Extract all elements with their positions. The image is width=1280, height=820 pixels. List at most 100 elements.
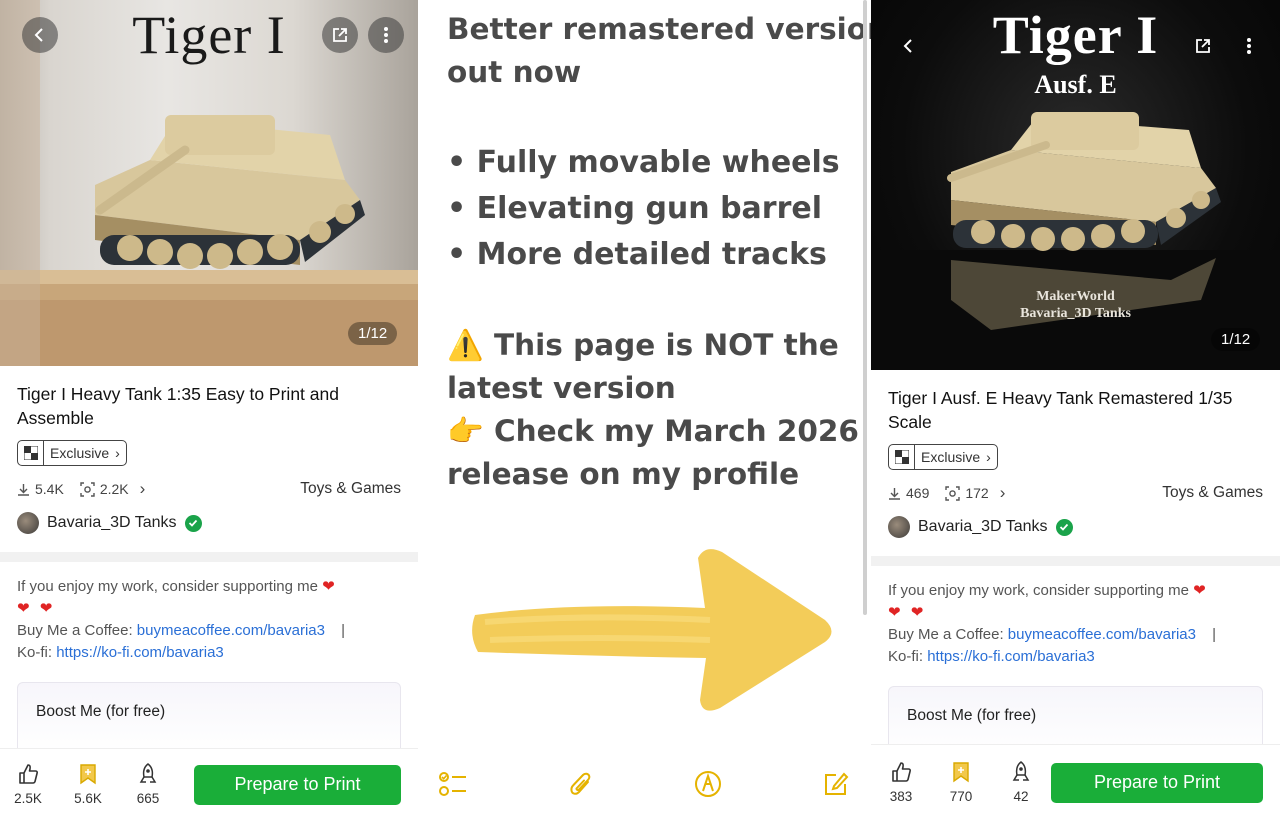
description: If you enjoy my work, consider supportin…: [17, 578, 346, 661]
checkered-icon: [889, 445, 915, 469]
product-hero-image[interactable]: Tiger I Ausf. E MakerWorld Bavaria_3D Ta…: [871, 0, 1280, 370]
compose-button[interactable]: [821, 769, 851, 799]
paperclip-icon: [570, 772, 591, 795]
coffee-link[interactable]: buymeacoffee.com/bavaria3: [137, 622, 325, 639]
right-product-panel: Tiger I Ausf. E MakerWorld Bavaria_3D Ta…: [871, 0, 1280, 820]
exclusive-badge[interactable]: Exclusive ›: [17, 440, 127, 466]
compose-icon: [824, 772, 849, 795]
download-icon: [889, 487, 900, 500]
pen-icon: [695, 771, 722, 797]
downloads-stat: 5.4K: [17, 481, 64, 497]
avatar: [888, 516, 910, 538]
chevron-right-icon: ›: [999, 483, 1006, 502]
product-title: Tiger I Heavy Tank 1:35 Easy to Print an…: [17, 384, 339, 428]
chevron-right-icon: ›: [139, 479, 146, 498]
share-button[interactable]: [322, 17, 358, 53]
more-button[interactable]: [368, 17, 404, 53]
note-line: out now: [447, 55, 582, 89]
like-button[interactable]: 383: [871, 761, 931, 804]
print-count-icon: [80, 481, 95, 497]
share-icon: [333, 28, 347, 42]
share-icon: [1196, 39, 1210, 53]
back-button[interactable]: [891, 28, 927, 64]
kofi-link[interactable]: https://ko-fi.com/bavaria3: [56, 644, 224, 661]
exclusive-badge[interactable]: Exclusive ›: [888, 444, 998, 470]
category-label[interactable]: Toys & Games: [1162, 484, 1263, 502]
back-button[interactable]: [22, 17, 58, 53]
boost-icon: [139, 763, 157, 783]
verified-icon: [1055, 518, 1073, 536]
stats-row: 5.4K 2.2K › Toys & Games: [17, 479, 401, 499]
collect-icon: [953, 762, 969, 783]
checkered-icon: [18, 441, 44, 465]
warning-line: latest version: [447, 371, 676, 405]
left-product-panel: Tiger I 1/12 Tiger I Heavy Tank 1:35 Eas…: [0, 0, 418, 820]
heart-icon: ❤: [17, 600, 30, 617]
back-icon: [34, 28, 43, 42]
section-divider: [0, 552, 418, 562]
more-icon: [1247, 38, 1251, 54]
prepare-to-print-button[interactable]: Prepare to Print: [1051, 762, 1263, 803]
author-name: Bavaria_3D Tanks: [47, 514, 177, 531]
download-icon: [18, 483, 29, 496]
prints-stat[interactable]: 2.2K ›: [80, 479, 145, 499]
image-counter: 1/12: [348, 322, 398, 345]
heart-icon: ❤: [39, 600, 53, 617]
product-hero-image[interactable]: Tiger I 1/12: [0, 0, 418, 366]
checklist-button[interactable]: [438, 769, 468, 799]
right-arrow-icon: [472, 549, 832, 711]
scrollbar[interactable]: [863, 0, 867, 615]
warning-icon: ⚠️: [447, 328, 484, 362]
pointer-line: 👉 Check my March 2026: [447, 414, 859, 448]
checklist-icon: [439, 772, 466, 796]
note-bullet: • More detailed tracks: [447, 237, 827, 272]
author-name: Bavaria_3D Tanks: [918, 518, 1048, 535]
prepare-to-print-button[interactable]: Prepare to Print: [194, 764, 401, 805]
author-row[interactable]: Bavaria_3D Tanks: [888, 516, 1263, 538]
exclusive-label: Exclusive: [50, 445, 110, 461]
exclusive-label: Exclusive: [921, 449, 981, 465]
product-title: Tiger I Ausf. E Heavy Tank Remastered 1/…: [888, 388, 1233, 432]
note-content[interactable]: Better remastered version out now • Full…: [447, 8, 889, 496]
warning-line: ⚠️ This page is NOT the: [447, 328, 839, 362]
like-button[interactable]: 2.5K: [0, 763, 58, 806]
more-icon: [384, 27, 388, 43]
downloads-stat: 469: [888, 485, 929, 501]
author-row[interactable]: Bavaria_3D Tanks: [17, 512, 401, 534]
boost-button[interactable]: 665: [118, 763, 178, 806]
bottom-bar: 2.5K 5.6K 665 Prepare to Print: [0, 748, 418, 820]
category-label[interactable]: Toys & Games: [300, 480, 401, 498]
image-counter: 1/12: [1211, 328, 1261, 351]
pointing-hand-icon: 👉: [447, 414, 484, 448]
boost-card[interactable]: Boost Me (for free): [17, 682, 401, 754]
watermark: MakerWorld Bavaria_3D Tanks: [1020, 289, 1131, 321]
more-button[interactable]: [1231, 28, 1267, 64]
note-line: Better remastered version: [447, 12, 889, 46]
boost-button[interactable]: 42: [991, 761, 1051, 804]
boost-label: Boost Me (for free): [907, 707, 1037, 724]
pointer-line: release on my profile: [447, 457, 800, 491]
heart-icon: ❤: [910, 604, 924, 621]
collect-button[interactable]: 5.6K: [58, 763, 118, 806]
hero-subtitle: Ausf. E: [1034, 70, 1117, 99]
heart-icon: ❤: [322, 578, 335, 595]
section-divider: [871, 556, 1280, 566]
boost-label: Boost Me (for free): [36, 703, 166, 720]
verified-icon: [184, 514, 202, 532]
like-icon: [19, 764, 38, 784]
attach-button[interactable]: [566, 769, 596, 799]
heart-icon: ❤: [888, 604, 901, 621]
screen: Tiger I 1/12 Tiger I Heavy Tank 1:35 Eas…: [0, 0, 1280, 820]
collect-button[interactable]: 770: [931, 761, 991, 804]
note-toolbar: [418, 748, 871, 820]
chevron-right-icon: ›: [115, 445, 120, 461]
kofi-link[interactable]: https://ko-fi.com/bavaria3: [927, 648, 1095, 665]
pen-button[interactable]: [693, 769, 723, 799]
prints-stat[interactable]: 172 ›: [945, 483, 1005, 503]
product-info: Tiger I Heavy Tank 1:35 Easy to Print an…: [0, 382, 418, 534]
share-button[interactable]: [1185, 28, 1221, 64]
product-info: Tiger I Ausf. E Heavy Tank Remastered 1/…: [871, 386, 1280, 538]
hero-title: Tiger I: [992, 5, 1159, 65]
note-bullet: • Fully movable wheels: [447, 145, 840, 180]
coffee-link[interactable]: buymeacoffee.com/bavaria3: [1008, 626, 1196, 643]
